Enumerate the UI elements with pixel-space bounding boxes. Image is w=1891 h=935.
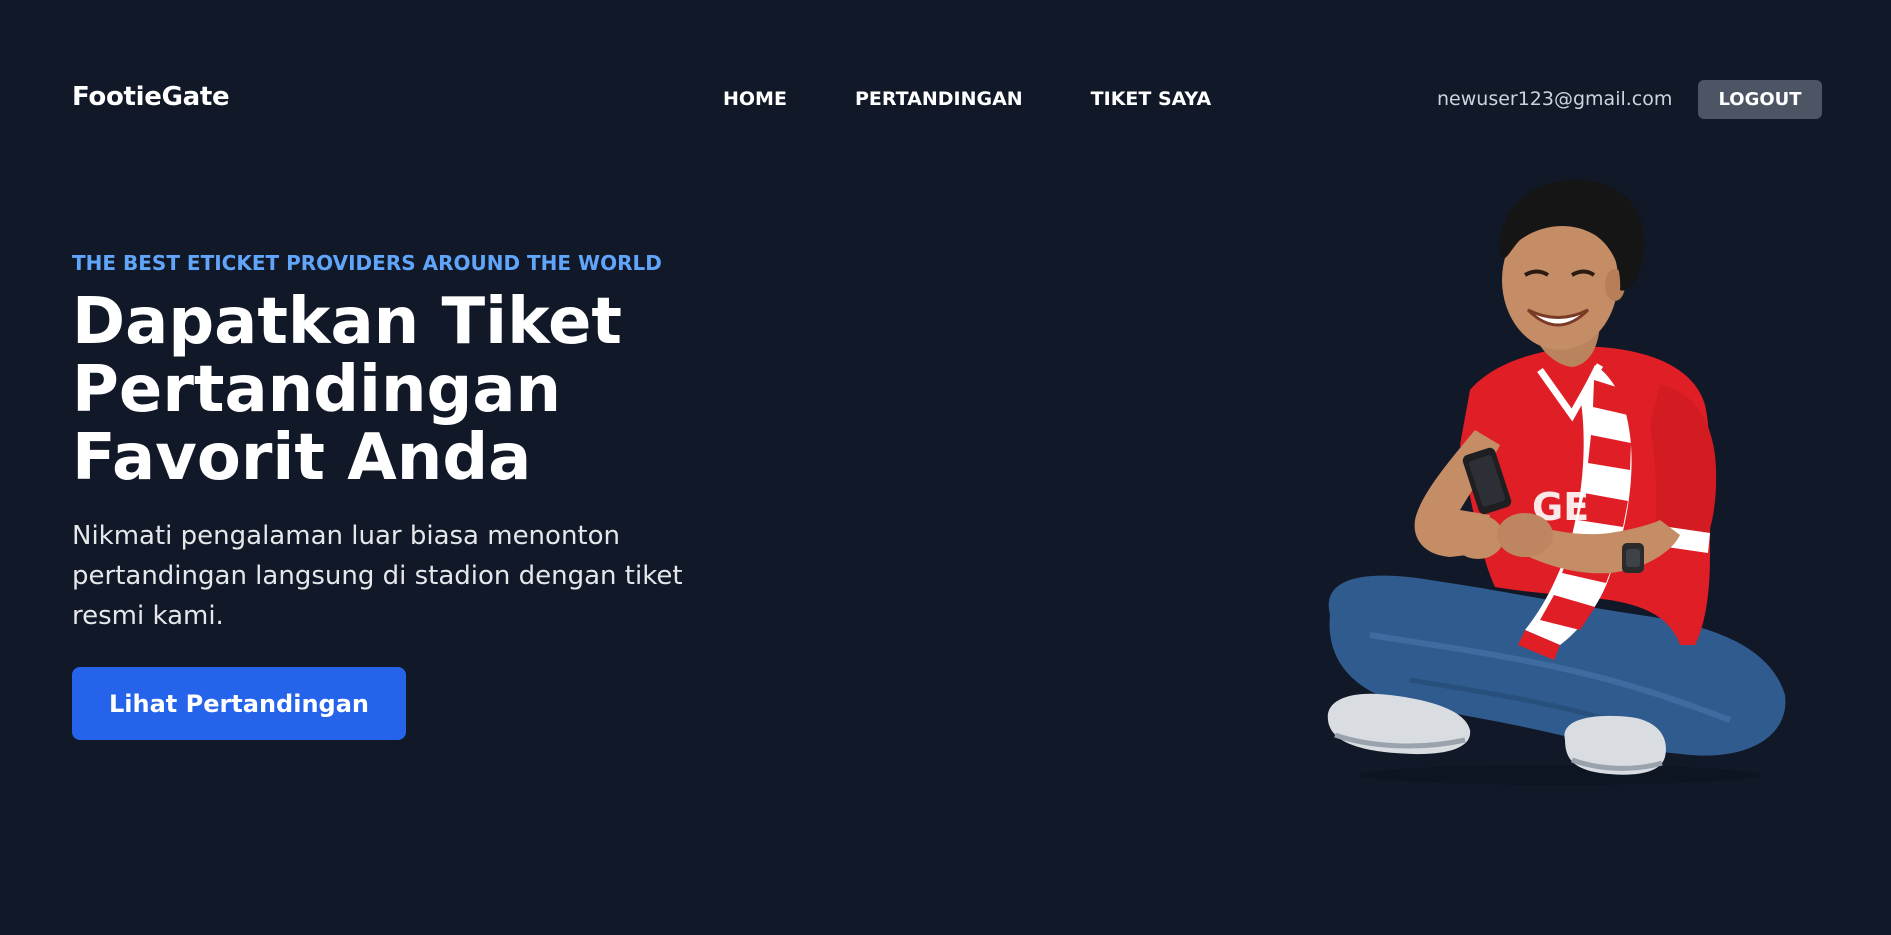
hero-eyebrow: THE BEST ETICKET PROVIDERS AROUND THE WO…	[72, 251, 662, 275]
logout-button[interactable]: LOGOUT	[1698, 80, 1822, 119]
user-email: newuser123@gmail.com	[1437, 88, 1673, 110]
hero-description: Nikmati pengalaman luar biasa menonton p…	[72, 521, 683, 631]
view-matches-button[interactable]: Lihat Pertandingan	[72, 667, 406, 740]
football-fan-illustration: GE	[1327, 179, 1786, 785]
nav-link-home[interactable]: HOME	[723, 88, 787, 110]
hero-title: Dapatkan Tiket Pertandingan Favorit Anda	[72, 285, 622, 495]
nav-links: HOME PERTANDINGAN TIKET SAYA	[723, 88, 1211, 110]
navbar: FootieGate HOME PERTANDINGAN TIKET SAYA …	[0, 0, 1891, 200]
nav-link-pertandingan[interactable]: PERTANDINGAN	[855, 88, 1023, 110]
brand-logo[interactable]: FootieGate	[72, 82, 230, 112]
page: FootieGate HOME PERTANDINGAN TIKET SAYA …	[0, 0, 1891, 935]
nav-link-tiket-saya[interactable]: TIKET SAYA	[1091, 88, 1212, 110]
